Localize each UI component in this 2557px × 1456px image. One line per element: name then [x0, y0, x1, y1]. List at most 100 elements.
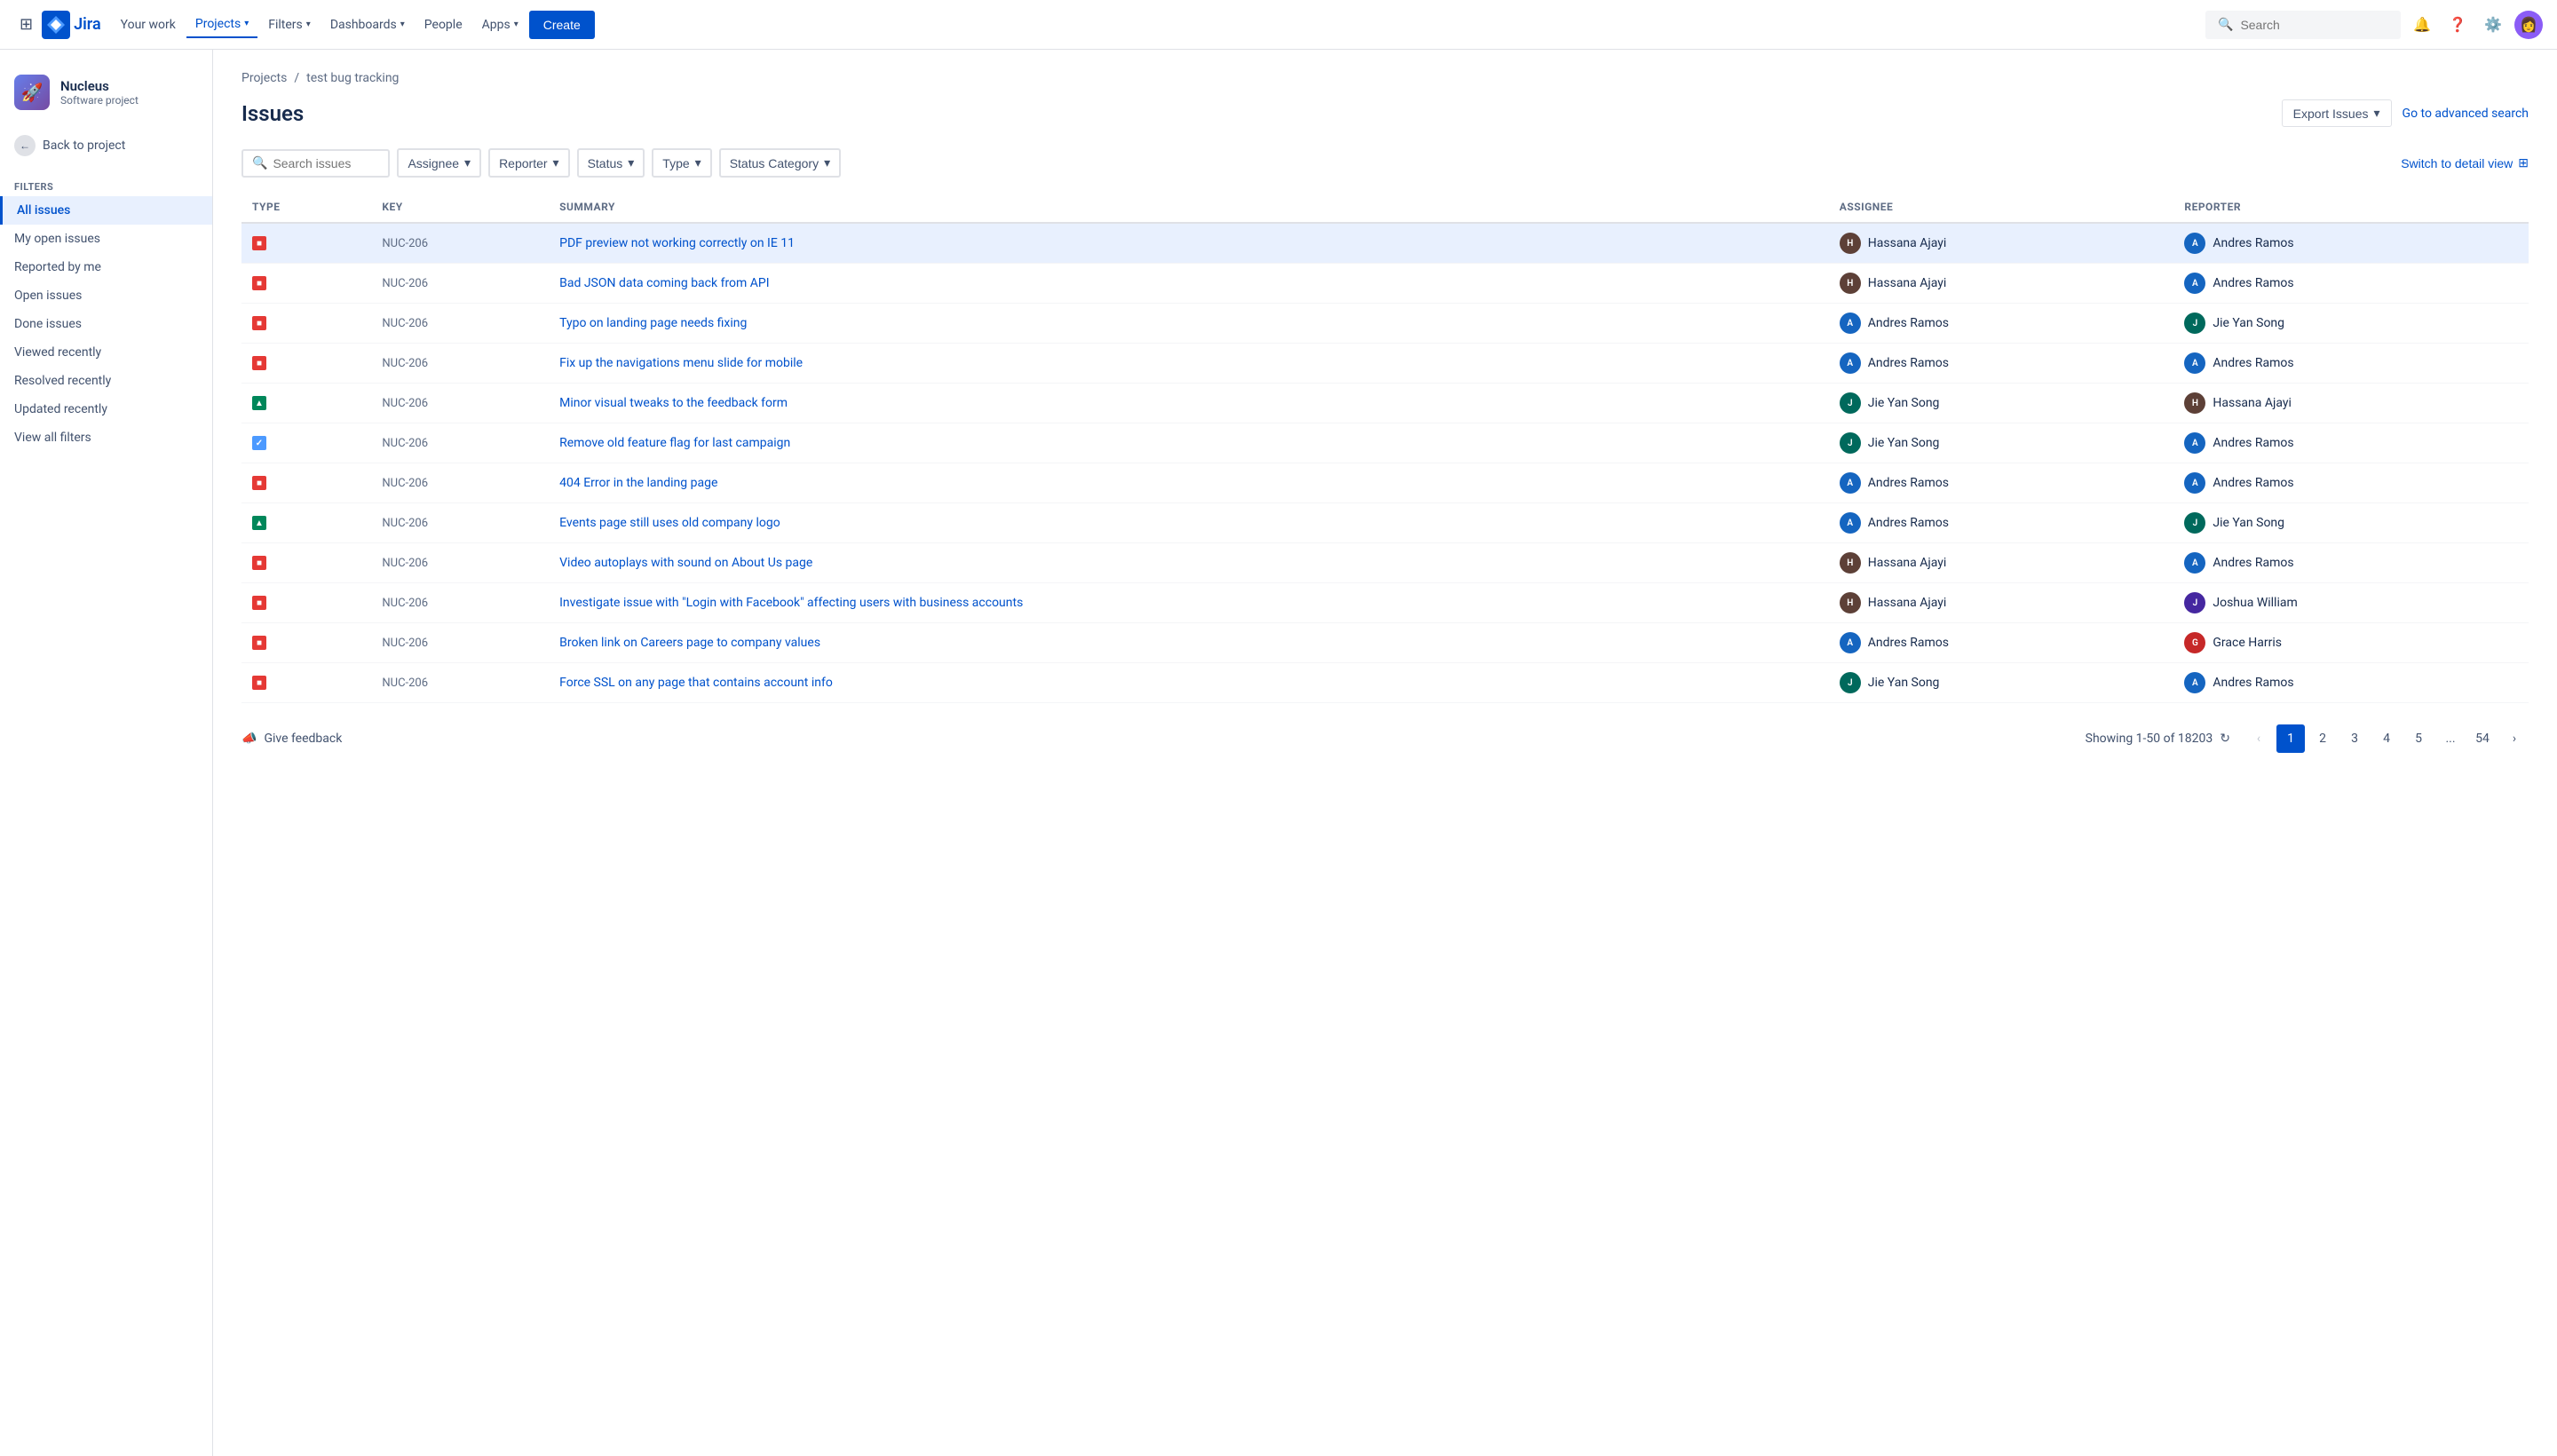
sidebar-items: All issuesMy open issuesReported by meOp… — [0, 196, 212, 452]
sidebar-item-view-all-filters[interactable]: View all filters — [0, 423, 212, 452]
issue-summary[interactable]: PDF preview not working correctly on IE … — [559, 236, 795, 250]
issue-summary[interactable]: Investigate issue with "Login with Faceb… — [559, 596, 1023, 610]
page-title: Issues — [241, 101, 304, 126]
sidebar-item-resolved-recently[interactable]: Resolved recently — [0, 367, 212, 395]
sidebar-item-my-open-issues[interactable]: My open issues — [0, 225, 212, 253]
table-row[interactable]: ■NUC-206Fix up the navigations menu slid… — [241, 344, 2529, 384]
search-input[interactable] — [2240, 18, 2388, 32]
issue-key[interactable]: NUC-206 — [382, 597, 428, 610]
detail-view-button[interactable]: Switch to detail view ⊞ — [2401, 155, 2529, 170]
reporter-name: Jie Yan Song — [2213, 316, 2284, 330]
jira-logo[interactable]: Jira — [42, 11, 101, 39]
issue-key[interactable]: NUC-206 — [382, 397, 428, 410]
sidebar-item-all-issues[interactable]: All issues — [0, 196, 212, 225]
table-row[interactable]: ■NUC-206PDF preview not working correctl… — [241, 223, 2529, 264]
issues-search-input[interactable] — [273, 156, 379, 170]
issues-search-filter[interactable]: 🔍 — [241, 149, 390, 178]
issue-key[interactable]: NUC-206 — [382, 357, 428, 370]
feedback-button[interactable]: 📣 Give feedback — [241, 732, 342, 746]
assignee-avatar: A — [1840, 352, 1861, 374]
sidebar-item-reported-by-me[interactable]: Reported by me — [0, 253, 212, 281]
table-row[interactable]: ▲NUC-206Events page still uses old compa… — [241, 503, 2529, 543]
issue-key[interactable]: NUC-206 — [382, 437, 428, 450]
breadcrumb-current: test bug tracking — [306, 71, 399, 85]
table-row[interactable]: ■NUC-206Typo on landing page needs fixin… — [241, 304, 2529, 344]
pagination-page-54[interactable]: 54 — [2468, 724, 2497, 753]
type-filter[interactable]: Type ▾ — [652, 148, 711, 178]
assignee-avatar: H — [1840, 592, 1861, 613]
notifications-button[interactable]: 🔔 — [2408, 11, 2436, 39]
issue-key[interactable]: NUC-206 — [382, 517, 428, 530]
issue-summary[interactable]: Minor visual tweaks to the feedback form — [559, 396, 788, 410]
nav-your-work[interactable]: Your work — [112, 12, 185, 37]
table-row[interactable]: ■NUC-206Video autoplays with sound on Ab… — [241, 543, 2529, 583]
user-avatar[interactable]: 👩 — [2514, 11, 2543, 39]
assignee-cell: HHassana Ajayi — [1840, 592, 2164, 613]
nav-apps[interactable]: Apps ▾ — [473, 12, 527, 37]
table-row[interactable]: ■NUC-206Investigate issue with "Login wi… — [241, 583, 2529, 623]
sidebar-item-open-issues[interactable]: Open issues — [0, 281, 212, 310]
issue-key[interactable]: NUC-206 — [382, 557, 428, 570]
table-row[interactable]: ✓NUC-206Remove old feature flag for last… — [241, 423, 2529, 463]
main-content: Projects / test bug tracking Issues Expo… — [213, 50, 2557, 1456]
issue-summary[interactable]: Remove old feature flag for last campaig… — [559, 436, 790, 450]
breadcrumb-projects[interactable]: Projects — [241, 71, 287, 85]
back-to-project[interactable]: ← Back to project — [0, 128, 212, 163]
refresh-icon[interactable]: ↻ — [2220, 732, 2230, 746]
nav-projects[interactable]: Projects ▾ — [186, 12, 257, 38]
status-filter[interactable]: Status ▾ — [577, 148, 645, 178]
export-button[interactable]: Export Issues ▾ — [2282, 99, 2392, 127]
global-search[interactable]: 🔍 — [2205, 11, 2401, 39]
pagination-page-3[interactable]: 3 — [2340, 724, 2369, 753]
pagination-page-2[interactable]: 2 — [2308, 724, 2337, 753]
search-icon: 🔍 — [2218, 18, 2233, 32]
sidebar-section-label: Filters — [0, 170, 212, 196]
reporter-filter[interactable]: Reporter ▾ — [488, 148, 570, 178]
assignee-filter[interactable]: Assignee ▾ — [397, 148, 481, 178]
sidebar-item-updated-recently[interactable]: Updated recently — [0, 395, 212, 423]
issue-summary[interactable]: Video autoplays with sound on About Us p… — [559, 556, 812, 570]
sidebar-item-viewed-recently[interactable]: Viewed recently — [0, 338, 212, 367]
issue-key[interactable]: NUC-206 — [382, 637, 428, 650]
issue-type-icon: ■ — [252, 676, 266, 690]
pagination-page-4[interactable]: 4 — [2372, 724, 2401, 753]
create-button[interactable]: Create — [529, 11, 595, 39]
table-row[interactable]: ▲NUC-206Minor visual tweaks to the feedb… — [241, 384, 2529, 423]
issue-summary[interactable]: Bad JSON data coming back from API — [559, 276, 769, 290]
nav-filters[interactable]: Filters ▾ — [259, 12, 320, 37]
nav-dashboards[interactable]: Dashboards ▾ — [321, 12, 414, 37]
issue-summary[interactable]: Fix up the navigations menu slide for mo… — [559, 356, 803, 370]
back-icon: ← — [14, 135, 36, 156]
status-category-filter[interactable]: Status Category ▾ — [719, 148, 841, 178]
table-row[interactable]: ■ NUC-206 Bad JSON data coming back from A… — [241, 264, 2529, 304]
table-row[interactable]: ■NUC-206Broken link on Careers page to c… — [241, 623, 2529, 663]
assignee-cell: AAndres Ramos — [1840, 512, 2164, 534]
table-row[interactable]: ■NUC-206404 Error in the landing pageAAn… — [241, 463, 2529, 503]
pagination-next[interactable]: › — [2500, 724, 2529, 753]
issue-key[interactable]: NUC-206 — [382, 237, 428, 250]
app-switcher[interactable]: ⊞ — [14, 10, 38, 39]
issue-type-icon: ■ — [252, 276, 266, 290]
issue-summary[interactable]: Events page still uses old company logo — [559, 516, 780, 530]
nav-people[interactable]: People — [416, 12, 471, 37]
issue-key[interactable]: NUC-206 — [382, 277, 428, 290]
reporter-chevron-icon: ▾ — [553, 155, 559, 170]
issue-key[interactable]: NUC-206 — [382, 317, 428, 330]
pagination-page-1[interactable]: 1 — [2276, 724, 2305, 753]
issue-summary[interactable]: Broken link on Careers page to company v… — [559, 636, 820, 650]
issue-summary[interactable]: 404 Error in the landing page — [559, 476, 717, 490]
assignee-cell: AAndres Ramos — [1840, 352, 2164, 374]
reporter-cell: AAndres Ramos — [2184, 273, 2518, 294]
advanced-search-link[interactable]: Go to advanced search — [2403, 107, 2529, 121]
reporter-name: Joshua William — [2213, 596, 2297, 610]
pagination-page-5[interactable]: 5 — [2404, 724, 2433, 753]
reporter-cell: JJoshua William — [2184, 592, 2518, 613]
settings-button[interactable]: ⚙️ — [2479, 11, 2507, 39]
issue-summary[interactable]: Force SSL on any page that contains acco… — [559, 676, 833, 690]
issue-key[interactable]: NUC-206 — [382, 677, 428, 690]
help-button[interactable]: ❓ — [2443, 11, 2472, 39]
sidebar-item-done-issues[interactable]: Done issues — [0, 310, 212, 338]
table-row[interactable]: ■ NUC-206 Force SSL on any page that conta… — [241, 663, 2529, 703]
issue-key[interactable]: NUC-206 — [382, 477, 428, 490]
issue-summary[interactable]: Typo on landing page needs fixing — [559, 316, 747, 330]
